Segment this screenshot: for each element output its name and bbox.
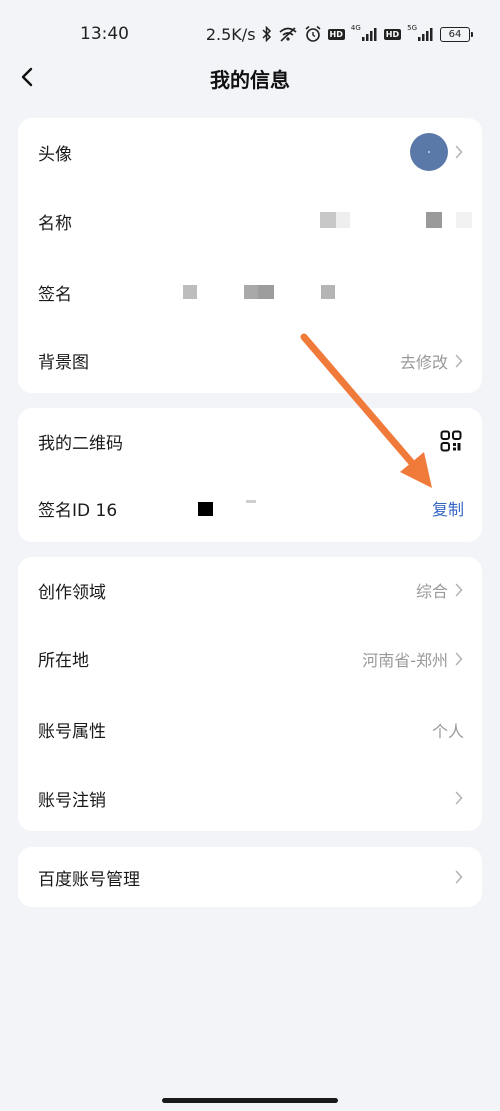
redacted-block <box>246 500 256 503</box>
hd-badge: HD <box>383 28 402 40</box>
baidu-account-label: 百度账号管理 <box>38 869 140 890</box>
baidu-account-row[interactable]: 百度账号管理 <box>18 847 482 907</box>
avatar-row[interactable]: 头像 <box>18 118 482 186</box>
qr-card: 我的二维码 签名ID 16 复制 <box>18 408 482 542</box>
network-1-label: 4G <box>350 24 361 32</box>
home-indicator[interactable] <box>162 1098 338 1103</box>
hd-badge: HD <box>327 28 345 40</box>
signature-row[interactable]: 签名 <box>18 257 482 328</box>
avatar[interactable] <box>410 133 448 171</box>
redacted-block <box>456 212 472 228</box>
chevron-right-icon <box>454 353 464 369</box>
creative-field-row[interactable]: 创作领域 综合 <box>18 557 482 623</box>
profile-card: 头像 名称 签名 背景图 去修改 <box>18 118 482 393</box>
battery-icon: 64 <box>440 26 473 42</box>
background-label: 背景图 <box>38 353 89 373</box>
account-cancel-label: 账号注销 <box>38 790 106 811</box>
signal-icon: 5G <box>407 24 434 44</box>
redacted-block <box>321 285 335 299</box>
redacted-block <box>426 212 442 228</box>
redacted-block <box>258 285 274 299</box>
account-cancel-row[interactable]: 账号注销 <box>18 765 482 831</box>
location-value: 河南省-郑州 <box>362 650 448 670</box>
page-title: 我的信息 <box>210 68 290 92</box>
qr-code-icon <box>440 430 462 452</box>
nav-bar: 我的信息 <box>0 54 500 100</box>
redacted-block <box>244 285 258 299</box>
redacted-block <box>198 502 213 516</box>
chevron-right-icon <box>454 790 464 806</box>
creative-field-value: 综合 <box>415 582 448 601</box>
battery-level: 64 <box>448 28 462 40</box>
baidu-account-card: 百度账号管理 <box>18 847 482 907</box>
network-2-label: 5G <box>407 24 417 32</box>
account-type-value: 个人 <box>431 721 464 741</box>
signature-id-row: 签名ID 16 复制 <box>18 474 482 542</box>
redacted-block <box>336 212 350 228</box>
signature-id-label: 签名ID 16 <box>38 500 118 521</box>
copy-button[interactable]: 复制 <box>432 496 464 520</box>
redacted-block <box>183 285 197 299</box>
location-label: 所在地 <box>38 651 89 671</box>
redacted-block <box>320 212 336 228</box>
background-value: 去修改 <box>399 352 448 372</box>
avatar-label: 头像 <box>38 144 72 165</box>
chevron-right-icon <box>454 144 464 160</box>
account-type-label: 账号属性 <box>38 722 106 742</box>
signal-icon: 4G <box>351 24 378 44</box>
creative-field-label: 创作领域 <box>38 582 106 603</box>
bluetooth-icon <box>262 24 272 44</box>
qr-code-row[interactable]: 我的二维码 <box>18 408 482 474</box>
location-row[interactable]: 所在地 河南省-郑州 <box>18 623 482 694</box>
chevron-right-icon <box>454 582 464 598</box>
chevron-right-icon <box>454 651 464 667</box>
name-label: 名称 <box>38 214 72 234</box>
background-row[interactable]: 背景图 去修改 <box>18 328 482 393</box>
chevron-right-icon <box>454 869 464 885</box>
account-type-row: 账号属性 个人 <box>18 694 482 765</box>
wifi-off-icon <box>278 24 298 44</box>
status-icons: 2.5K/s HD 4G HD 5G 64 <box>205 23 473 45</box>
info-card: 创作领域 综合 所在地 河南省-郑州 账号属性 个人 账号注销 <box>18 557 482 831</box>
network-speed: 2.5K/s <box>205 24 256 44</box>
alarm-icon <box>304 24 322 44</box>
signature-label: 签名 <box>38 285 72 305</box>
qr-code-label: 我的二维码 <box>38 433 123 454</box>
name-row[interactable]: 名称 <box>18 186 482 257</box>
status-time: 13:40 <box>80 24 129 44</box>
